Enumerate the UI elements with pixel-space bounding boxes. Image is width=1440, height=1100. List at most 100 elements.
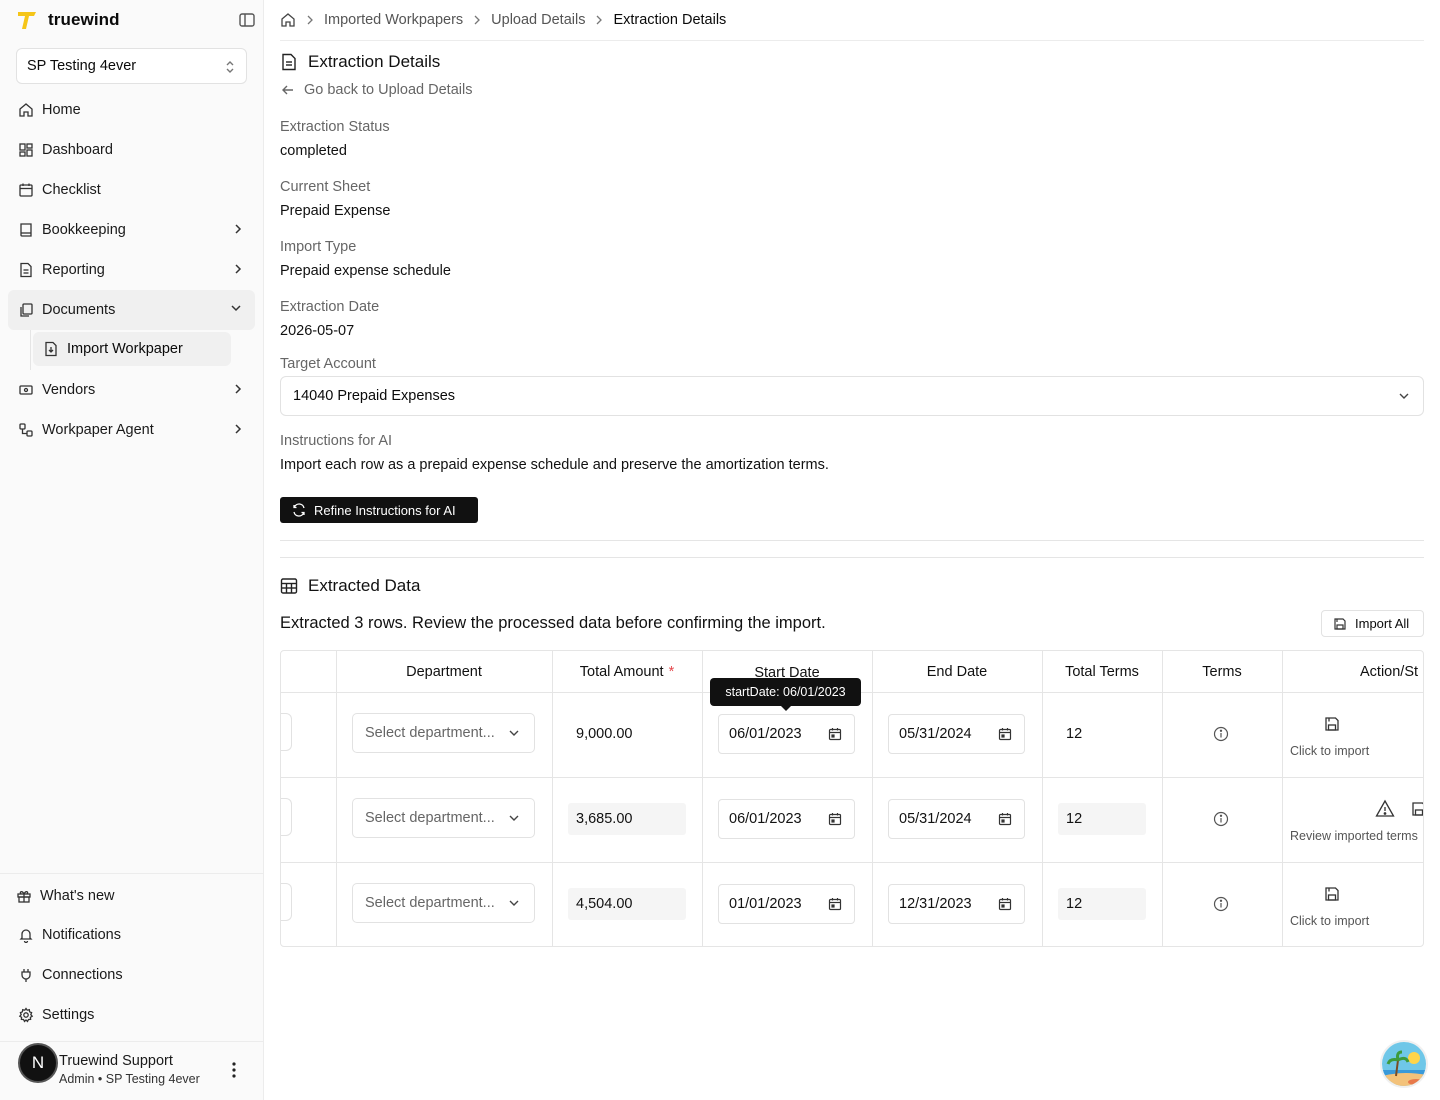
sidebar-item-label: What's new bbox=[40, 888, 115, 904]
info-icon[interactable] bbox=[1213, 811, 1229, 827]
start-date-input[interactable]: 01/01/2023 bbox=[718, 884, 855, 924]
chevron-right-icon bbox=[597, 15, 603, 25]
sidebar-item-bookkeeping[interactable]: Bookkeeping bbox=[8, 210, 255, 250]
sidebar: truewind SP Testing 4ever Home Dashboard… bbox=[0, 0, 264, 1100]
calendar-icon[interactable] bbox=[998, 812, 1012, 826]
column-divider bbox=[702, 651, 703, 946]
sidebar-bottom-nav: What's new Notifications Connections Set… bbox=[8, 877, 255, 1035]
home-icon[interactable] bbox=[280, 12, 296, 28]
section-divider bbox=[280, 557, 1424, 558]
sidebar-item-home[interactable]: Home bbox=[8, 90, 255, 130]
save-icon[interactable] bbox=[1324, 886, 1340, 902]
header-divider bbox=[280, 40, 1424, 41]
sidebar-item-settings[interactable]: Settings bbox=[8, 995, 255, 1035]
refresh-icon bbox=[293, 503, 305, 517]
instructions-value: Import each row as a prepaid expense sch… bbox=[280, 457, 829, 473]
column-header-total-terms[interactable]: Total Terms bbox=[1042, 651, 1162, 692]
end-date-input[interactable]: 12/31/2023 bbox=[888, 884, 1025, 924]
row-divider bbox=[281, 777, 1423, 778]
save-icon[interactable] bbox=[1411, 801, 1424, 817]
user-profile[interactable]: N Truewind Support Admin • SP Testing 4e… bbox=[18, 1043, 258, 1099]
total-amount-input[interactable]: 4,504.00 bbox=[568, 888, 686, 920]
action-status-text[interactable]: Review imported terms bbox=[1290, 829, 1418, 843]
sidebar-item-import-workpaper[interactable]: Import Workpaper bbox=[33, 332, 231, 366]
column-header-total-amount[interactable]: Total Amount * bbox=[552, 651, 702, 692]
sidebar-item-label: Reporting bbox=[42, 262, 105, 278]
calendar-icon[interactable] bbox=[828, 812, 842, 826]
truncated-input[interactable] bbox=[281, 713, 292, 751]
section-divider bbox=[280, 540, 1424, 541]
column-header-department[interactable]: Department bbox=[336, 651, 552, 692]
department-select[interactable]: Select department... bbox=[352, 883, 535, 923]
brand[interactable]: truewind bbox=[16, 8, 255, 32]
save-icon[interactable] bbox=[1324, 716, 1340, 732]
info-icon[interactable] bbox=[1213, 896, 1229, 912]
chevron-right-icon bbox=[235, 224, 242, 234]
department-select[interactable]: Select department... bbox=[352, 713, 535, 753]
column-header-terms[interactable]: Terms bbox=[1162, 651, 1282, 692]
extraction-status-label: Extraction Status bbox=[280, 119, 390, 135]
info-icon[interactable] bbox=[1213, 726, 1229, 742]
breadcrumb-extraction-details: Extraction Details bbox=[613, 12, 727, 28]
import-type-value: Prepaid expense schedule bbox=[280, 263, 451, 279]
sidebar-item-label: Notifications bbox=[42, 927, 121, 943]
sidebar-item-dashboard[interactable]: Dashboard bbox=[8, 130, 255, 170]
extraction-date-label: Extraction Date bbox=[280, 299, 380, 315]
breadcrumb-upload-details[interactable]: Upload Details bbox=[491, 12, 585, 28]
refine-instructions-button[interactable]: Refine Instructions for AI bbox=[280, 497, 478, 523]
column-divider bbox=[552, 651, 553, 946]
total-terms-input[interactable]: 12 bbox=[1058, 803, 1146, 835]
sidebar-item-label: Connections bbox=[42, 967, 123, 983]
calendar-icon[interactable] bbox=[998, 897, 1012, 911]
page-title: Extraction Details bbox=[280, 52, 440, 72]
target-account-select[interactable]: 14040 Prepaid Expenses bbox=[280, 376, 1424, 416]
truncated-input[interactable] bbox=[281, 798, 292, 836]
end-date-input[interactable]: 05/31/2024 bbox=[888, 799, 1025, 839]
chevron-right-icon bbox=[474, 15, 481, 25]
sidebar-item-whats-new[interactable]: What's new bbox=[8, 877, 255, 915]
sidebar-item-notifications[interactable]: Notifications bbox=[8, 915, 255, 955]
import-type-label: Import Type bbox=[280, 239, 357, 255]
refine-button-label: Refine Instructions for AI bbox=[314, 502, 456, 518]
column-header-start-date[interactable]: Start Date bbox=[702, 651, 872, 681]
calendar-icon[interactable] bbox=[998, 727, 1012, 741]
breadcrumb-imported-workpapers[interactable]: Imported Workpapers bbox=[324, 12, 463, 28]
org-name: SP Testing 4ever bbox=[27, 58, 137, 74]
calendar-icon[interactable] bbox=[828, 727, 842, 741]
chevron-down-icon bbox=[1399, 393, 1409, 399]
start-date-input[interactable]: 06/01/2023 bbox=[718, 714, 855, 754]
truncated-input[interactable] bbox=[281, 883, 292, 921]
total-amount-input[interactable]: 3,685.00 bbox=[568, 803, 686, 835]
action-status-text[interactable]: Click to import bbox=[1290, 744, 1369, 758]
total-terms-value[interactable]: 12 bbox=[1066, 726, 1082, 742]
column-header-action-status[interactable]: Action/St bbox=[1282, 651, 1423, 692]
total-terms-input[interactable]: 12 bbox=[1058, 888, 1146, 920]
chevron-right-icon bbox=[235, 424, 242, 434]
sidebar-toggle-icon[interactable] bbox=[238, 11, 256, 29]
sidebar-item-label: Vendors bbox=[42, 382, 96, 398]
chevron-right-icon bbox=[307, 15, 313, 25]
action-status-text[interactable]: Click to import bbox=[1290, 914, 1369, 928]
end-date-input[interactable]: 05/31/2024 bbox=[888, 714, 1025, 754]
org-selector[interactable]: SP Testing 4ever bbox=[16, 48, 247, 84]
import-all-button[interactable]: Import All bbox=[1321, 610, 1424, 637]
extracted-data-title: Extracted Data bbox=[280, 576, 420, 596]
sidebar-item-reporting[interactable]: Reporting bbox=[8, 250, 255, 290]
department-select[interactable]: Select department... bbox=[352, 798, 535, 838]
documents-submenu: Import Workpaper bbox=[8, 330, 255, 370]
sidebar-item-documents[interactable]: Documents bbox=[8, 290, 255, 330]
sidebar-item-connections[interactable]: Connections bbox=[8, 955, 255, 995]
total-amount-value[interactable]: 9,000.00 bbox=[576, 726, 632, 742]
sidebar-item-vendors[interactable]: Vendors bbox=[8, 370, 255, 410]
sidebar-item-label: Settings bbox=[42, 1007, 95, 1023]
back-link[interactable]: Go back to Upload Details bbox=[280, 82, 472, 98]
more-vertical-icon[interactable] bbox=[226, 1060, 242, 1080]
column-header-end-date[interactable]: End Date bbox=[872, 651, 1042, 692]
calendar-icon[interactable] bbox=[828, 897, 842, 911]
column-divider bbox=[1042, 651, 1043, 946]
sidebar-item-checklist[interactable]: Checklist bbox=[8, 170, 255, 210]
end-date-value: 05/31/2024 bbox=[899, 811, 972, 827]
sidebar-item-workpaper-agent[interactable]: Workpaper Agent bbox=[8, 410, 255, 450]
help-widget-avatar[interactable] bbox=[1380, 1040, 1428, 1088]
start-date-input[interactable]: 06/01/2023 bbox=[718, 799, 855, 839]
